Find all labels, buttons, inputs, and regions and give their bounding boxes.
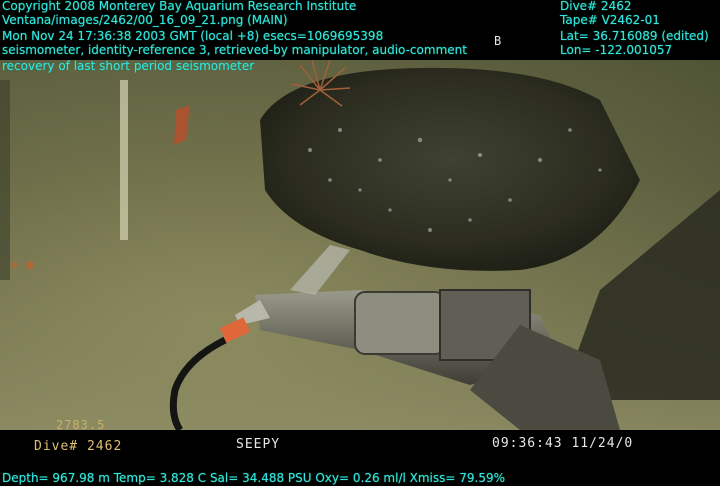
dive-number: Dive# 2462 xyxy=(560,0,632,13)
comment-text: recovery of last short period seismomete… xyxy=(2,59,255,73)
sediment-particle xyxy=(11,262,17,268)
timecode: 09:36:43 11/24/0 xyxy=(492,436,634,451)
latitude: Lat= 36.716089 (edited) xyxy=(560,29,709,43)
depth-code: 2783.5 xyxy=(56,418,106,432)
red-marker xyxy=(174,105,190,145)
keywords-text: seismometer, identity-reference 3, retri… xyxy=(2,43,467,57)
underwater-scene xyxy=(0,60,720,430)
telemetry-text: Depth= 967.98 m Temp= 3.828 C Sal= 34.48… xyxy=(2,471,506,485)
left-edge-structure xyxy=(0,80,10,280)
white-pole xyxy=(120,80,128,240)
longitude: Lon= -122.001057 xyxy=(560,43,673,57)
camera-dive-label: Dive# 2462 xyxy=(34,439,123,454)
datetime-text: Mon Nov 24 17:36:38 2003 GMT (local +8) … xyxy=(2,29,384,43)
vehicle-name: SEEPY xyxy=(236,437,281,452)
copyright-text: Copyright 2008 Monterey Bay Aquarium Res… xyxy=(2,0,357,13)
scene-drawing xyxy=(0,60,720,430)
camera-marker: B xyxy=(494,34,503,48)
video-frame: Copyright 2008 Monterey Bay Aquarium Res… xyxy=(0,0,720,486)
sediment-particle xyxy=(26,261,34,269)
tape-number: Tape# V2462-01 xyxy=(560,13,660,27)
image-path-text: Ventana/images/2462/00_16_09_21.png (MAI… xyxy=(2,13,288,27)
